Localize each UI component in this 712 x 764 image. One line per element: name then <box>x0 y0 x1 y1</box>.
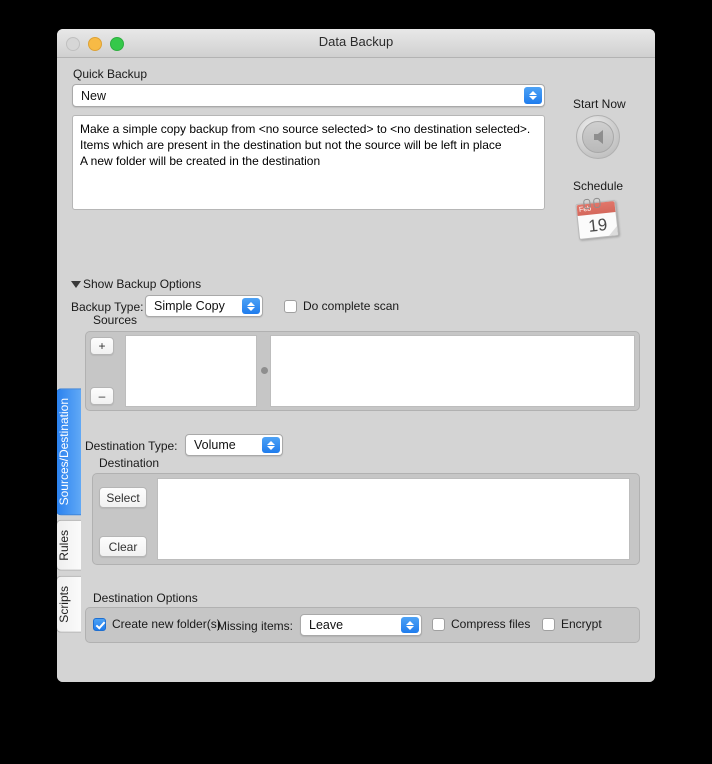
chevron-updown-icon <box>262 437 280 453</box>
show-backup-options-toggle[interactable]: Show Backup Options <box>71 277 201 291</box>
schedule-label: Schedule <box>573 179 624 193</box>
destination-title: Destination <box>99 456 160 470</box>
sources-list-left[interactable] <box>125 335 257 407</box>
quick-backup-selected-value: New <box>81 88 107 103</box>
quick-backup-label: Quick Backup <box>73 67 148 81</box>
compress-files-label: Compress files <box>451 617 531 631</box>
backup-type-label: Backup Type: <box>71 300 144 314</box>
window-title: Data Backup <box>318 34 394 49</box>
start-now-label: Start Now <box>573 97 626 111</box>
clear-destination-button[interactable]: Clear <box>99 536 147 557</box>
missing-items-value: Leave <box>309 618 344 632</box>
checkbox-checked-icon <box>93 617 106 631</box>
do-complete-scan-checkbox[interactable]: Do complete scan <box>284 299 399 313</box>
backup-type-select[interactable]: Simple Copy <box>145 295 263 317</box>
compress-files-checkbox[interactable]: Compress files <box>432 617 530 631</box>
destination-path-field[interactable] <box>157 478 630 560</box>
create-new-folders-checkbox[interactable]: Create new folder(s) <box>93 617 221 631</box>
sources-title: Sources <box>93 313 138 327</box>
create-new-folders-label: Create new folder(s) <box>112 617 221 631</box>
triangle-down-icon <box>71 280 81 288</box>
destination-type-value: Volume <box>194 438 236 452</box>
chevron-updown-icon <box>242 298 260 314</box>
remove-source-button[interactable]: – <box>90 387 114 405</box>
schedule-calendar-button[interactable]: Feb 19 <box>575 196 619 240</box>
splitter-handle[interactable] <box>261 367 268 374</box>
encrypt-checkbox[interactable]: Encrypt <box>542 617 602 631</box>
app-window: Data Backup Quick Backup New Make a simp… <box>57 29 655 682</box>
description-line-3: A new folder will be created in the dest… <box>80 154 321 168</box>
add-source-button[interactable]: + <box>90 337 114 355</box>
back-arrow-icon <box>582 121 614 153</box>
destination-type-select[interactable]: Volume <box>185 434 283 456</box>
do-complete-scan-label: Do complete scan <box>303 299 400 313</box>
window-content: Quick Backup New Make a simple copy back… <box>57 58 655 682</box>
backup-type-value: Simple Copy <box>154 299 225 313</box>
show-backup-options-label: Show Backup Options <box>83 277 202 291</box>
missing-items-label: Missing items: <box>217 619 294 633</box>
sources-list-right[interactable] <box>270 335 635 407</box>
description-line-1: Make a simple copy backup from <no sourc… <box>80 122 531 136</box>
backup-description: Make a simple copy backup from <no sourc… <box>72 115 545 210</box>
checkbox-icon <box>432 617 445 631</box>
vertical-tab-bar: Sources/Destination Rules Scripts <box>57 388 81 638</box>
destination-options-title: Destination Options <box>93 591 198 605</box>
destination-type-label: Destination Type: <box>85 439 178 453</box>
tab-rules[interactable]: Rules <box>57 520 81 572</box>
title-bar[interactable]: Data Backup <box>57 29 655 58</box>
missing-items-select[interactable]: Leave <box>300 614 422 636</box>
quick-backup-select[interactable]: New <box>72 84 545 107</box>
select-destination-button[interactable]: Select <box>99 487 147 508</box>
tab-scripts[interactable]: Scripts <box>57 576 81 633</box>
start-now-button[interactable] <box>576 115 620 159</box>
checkbox-icon <box>542 617 555 631</box>
checkbox-icon <box>284 299 297 313</box>
description-line-2: Items which are present in the destinati… <box>80 138 502 152</box>
tab-sources-destination[interactable]: Sources/Destination <box>57 388 81 516</box>
chevron-updown-icon <box>524 87 542 104</box>
chevron-updown-icon <box>401 617 419 633</box>
screen: Data Backup Quick Backup New Make a simp… <box>0 0 712 764</box>
encrypt-label: Encrypt <box>561 617 602 631</box>
